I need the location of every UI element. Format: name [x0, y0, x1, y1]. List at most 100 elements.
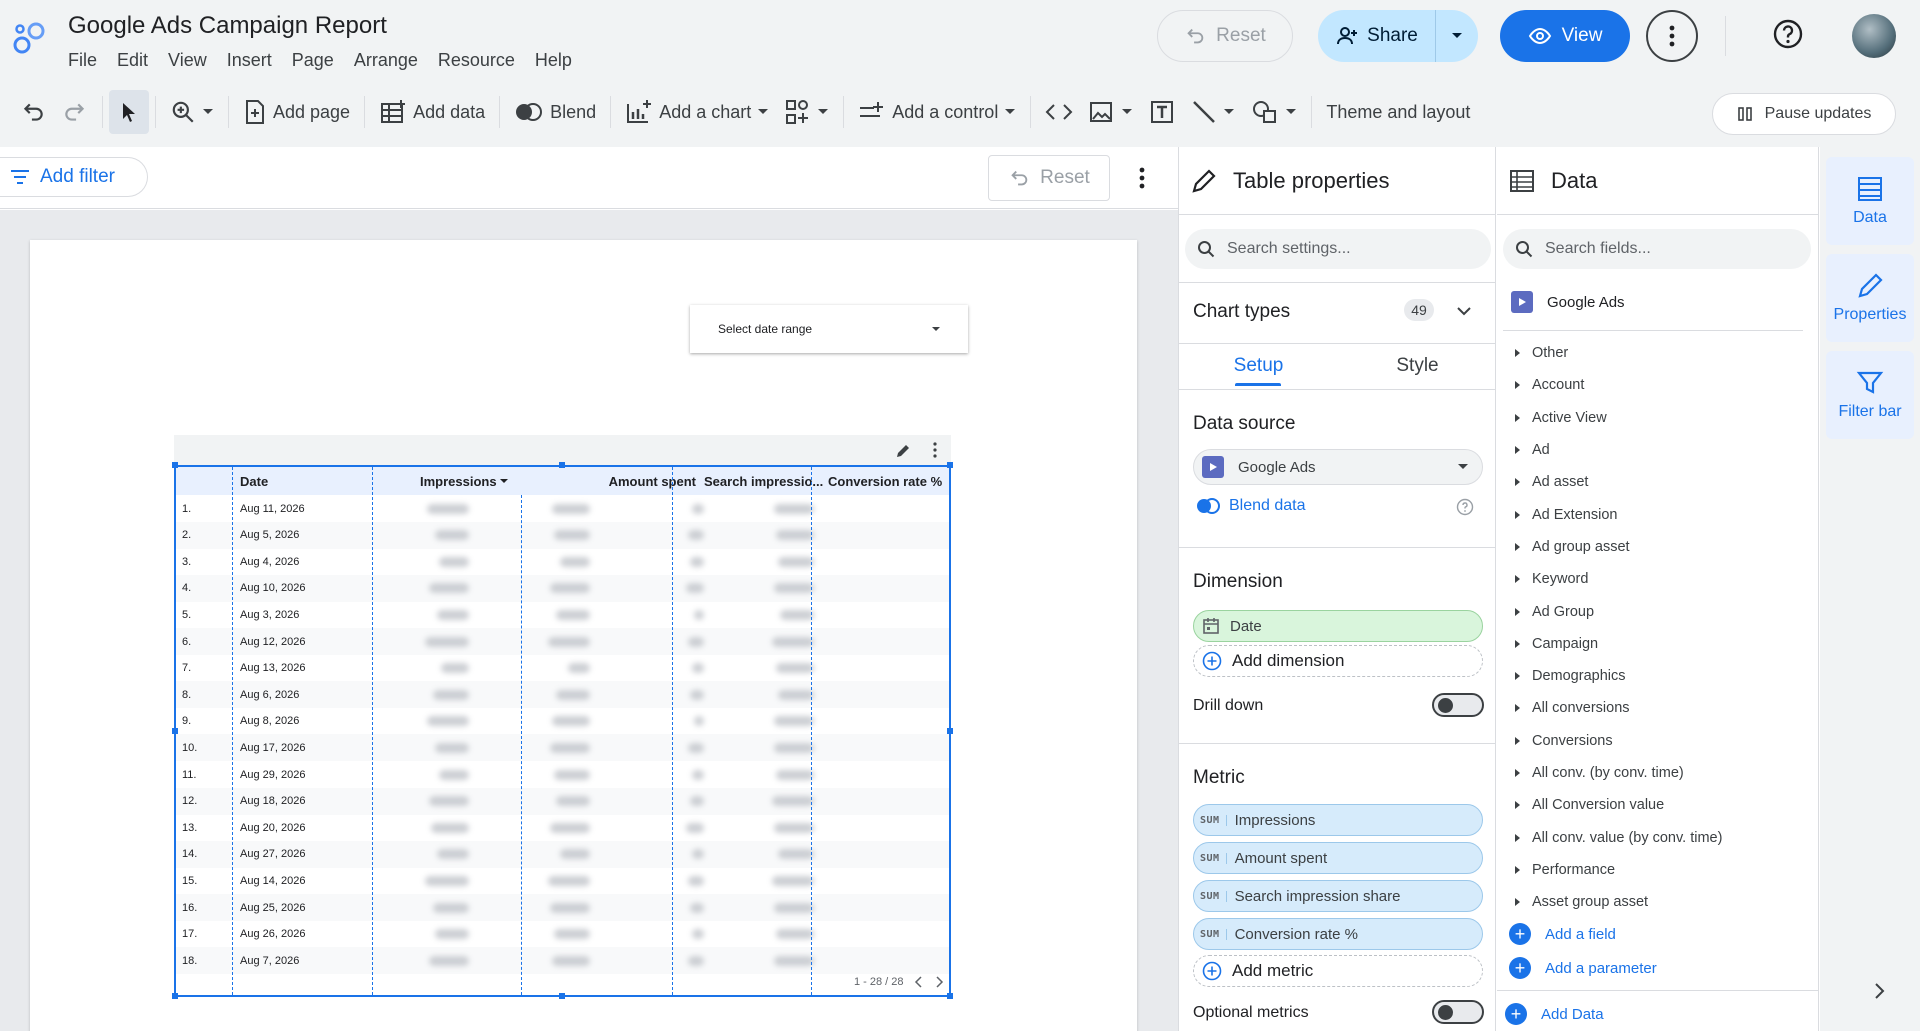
pencil-icon[interactable]	[895, 443, 911, 459]
blend-button[interactable]: Blend	[506, 90, 604, 134]
add-field-link[interactable]: + Add a field	[1509, 923, 1616, 945]
aggregation-label[interactable]: SUM	[1200, 890, 1227, 902]
select-tool-button[interactable]	[109, 90, 149, 134]
add-data-button[interactable]: Add data	[371, 90, 493, 134]
undo-button[interactable]	[12, 90, 54, 134]
theme-layout-label: Theme and layout	[1326, 101, 1471, 122]
field-group-item[interactable]: Ad Extension	[1515, 498, 1815, 530]
resize-handle[interactable]	[947, 728, 953, 734]
share-dropdown-button[interactable]	[1436, 32, 1478, 40]
field-group-item[interactable]: All conv. value (by conv. time)	[1515, 821, 1815, 853]
field-group-item[interactable]: Ad	[1515, 434, 1815, 466]
image-button[interactable]	[1081, 90, 1141, 134]
field-group-item[interactable]: Demographics	[1515, 660, 1815, 692]
share-button[interactable]: Share	[1318, 10, 1436, 62]
more-options-button[interactable]	[1646, 10, 1698, 62]
zoom-button[interactable]	[162, 90, 222, 134]
aggregation-label[interactable]: SUM	[1200, 852, 1227, 864]
menu-view[interactable]: View	[168, 50, 207, 71]
report-page[interactable]: Select date range Date Impressions Amoun…	[30, 240, 1137, 1031]
add-dimension-button[interactable]: Add dimension	[1193, 645, 1483, 677]
add-parameter-link[interactable]: + Add a parameter	[1509, 957, 1657, 979]
theme-layout-button[interactable]: Theme and layout	[1318, 90, 1478, 134]
add-metric-button[interactable]: Add metric	[1193, 955, 1483, 987]
metric-chip-conversion-rate[interactable]: SUM Conversion rate %	[1193, 918, 1483, 950]
more-vert-icon[interactable]	[933, 442, 937, 458]
aggregation-label[interactable]: SUM	[1200, 928, 1227, 940]
add-data-link[interactable]: + Add Data	[1505, 1003, 1604, 1025]
field-group-item[interactable]: All conv. (by conv. time)	[1515, 757, 1815, 789]
add-control-icon	[860, 102, 884, 117]
report-title[interactable]: Google Ads Campaign Report	[68, 12, 387, 40]
menu-file[interactable]: File	[68, 50, 97, 71]
avatar[interactable]	[1852, 14, 1896, 58]
filter-bar-more-button[interactable]	[1130, 161, 1154, 195]
date-range-control[interactable]: Select date range	[690, 305, 968, 353]
field-group-item[interactable]: Ad asset	[1515, 466, 1815, 498]
chart-types-label[interactable]: Chart types	[1193, 301, 1290, 323]
text-button[interactable]	[1141, 90, 1183, 134]
field-group-item[interactable]: Conversions	[1515, 725, 1815, 757]
help-icon[interactable]	[1772, 18, 1804, 50]
resize-handle[interactable]	[559, 993, 565, 999]
search-settings-input[interactable]: Search settings...	[1185, 229, 1491, 269]
resize-handle[interactable]	[947, 462, 953, 468]
resize-handle[interactable]	[172, 728, 178, 734]
field-group-item[interactable]: Active View	[1515, 402, 1815, 434]
field-group-label: Demographics	[1532, 668, 1626, 685]
menu-help[interactable]: Help	[535, 50, 572, 71]
rail-filter-bar-button[interactable]: Filter bar	[1826, 351, 1914, 439]
looker-studio-logo-icon[interactable]	[10, 18, 50, 58]
field-group-item[interactable]: All conversions	[1515, 692, 1815, 724]
date-table-chart[interactable]: Date Impressions Amount spent Search imp…	[172, 435, 953, 999]
menu-insert[interactable]: Insert	[227, 50, 272, 71]
rail-properties-button[interactable]: Properties	[1826, 254, 1914, 342]
add-filter-button[interactable]: Add filter	[0, 157, 148, 197]
resize-handle[interactable]	[172, 993, 178, 999]
metric-chip-search-impression-share[interactable]: SUM Search impression share	[1193, 880, 1483, 912]
community-viz-button[interactable]	[777, 90, 837, 134]
search-fields-input[interactable]: Search fields...	[1503, 229, 1811, 269]
field-group-item[interactable]: Ad group asset	[1515, 531, 1815, 563]
rail-data-button[interactable]: Data	[1826, 157, 1914, 245]
optional-metrics-toggle[interactable]	[1432, 1000, 1484, 1024]
add-control-button[interactable]: Add a control	[850, 90, 1024, 134]
drill-down-toggle[interactable]	[1432, 693, 1484, 717]
chevron-right-icon[interactable]	[1874, 982, 1886, 1000]
metric-chip-amount-spent[interactable]: SUM Amount spent	[1193, 842, 1483, 874]
menu-resource[interactable]: Resource	[438, 50, 515, 71]
reset-report-button[interactable]: Reset	[1157, 10, 1293, 62]
redo-button[interactable]	[54, 90, 96, 134]
shape-button[interactable]	[1243, 90, 1305, 134]
pause-updates-button[interactable]: Pause updates	[1712, 93, 1896, 135]
menu-page[interactable]: Page	[292, 50, 334, 71]
aggregation-label[interactable]: SUM	[1200, 814, 1227, 826]
field-group-item[interactable]: Other	[1515, 337, 1815, 369]
line-button[interactable]	[1183, 90, 1243, 134]
help-outline-icon[interactable]	[1456, 498, 1474, 516]
add-page-button[interactable]: Add page	[235, 90, 358, 134]
field-group-item[interactable]: Account	[1515, 369, 1815, 401]
field-group-item[interactable]: Keyword	[1515, 563, 1815, 595]
field-group-item[interactable]: Campaign	[1515, 628, 1815, 660]
add-chart-button[interactable]: Add a chart	[617, 90, 777, 134]
field-group-item[interactable]: Ad Group	[1515, 595, 1815, 627]
resize-handle[interactable]	[172, 462, 178, 468]
chevron-down-icon[interactable]	[1456, 306, 1472, 316]
dimension-chip-date[interactable]: Date	[1193, 610, 1483, 642]
embed-url-button[interactable]	[1037, 90, 1081, 134]
data-source-select[interactable]: Google Ads	[1193, 449, 1483, 485]
resize-handle[interactable]	[559, 462, 565, 468]
menu-edit[interactable]: Edit	[117, 50, 148, 71]
resize-handle[interactable]	[947, 993, 953, 999]
field-group-item[interactable]: Performance	[1515, 854, 1815, 886]
metric-chip-impressions[interactable]: SUM Impressions	[1193, 804, 1483, 836]
tab-style[interactable]: Style	[1338, 343, 1497, 389]
view-button[interactable]: View	[1500, 10, 1630, 62]
menu-arrange[interactable]: Arrange	[354, 50, 418, 71]
reset-filters-button[interactable]: Reset	[988, 155, 1110, 201]
data-source-header[interactable]: Google Ads	[1511, 291, 1625, 313]
blend-data-link[interactable]: Blend data	[1195, 497, 1306, 515]
field-group-item[interactable]: All Conversion value	[1515, 789, 1815, 821]
field-group-item[interactable]: Asset group asset	[1515, 886, 1815, 918]
